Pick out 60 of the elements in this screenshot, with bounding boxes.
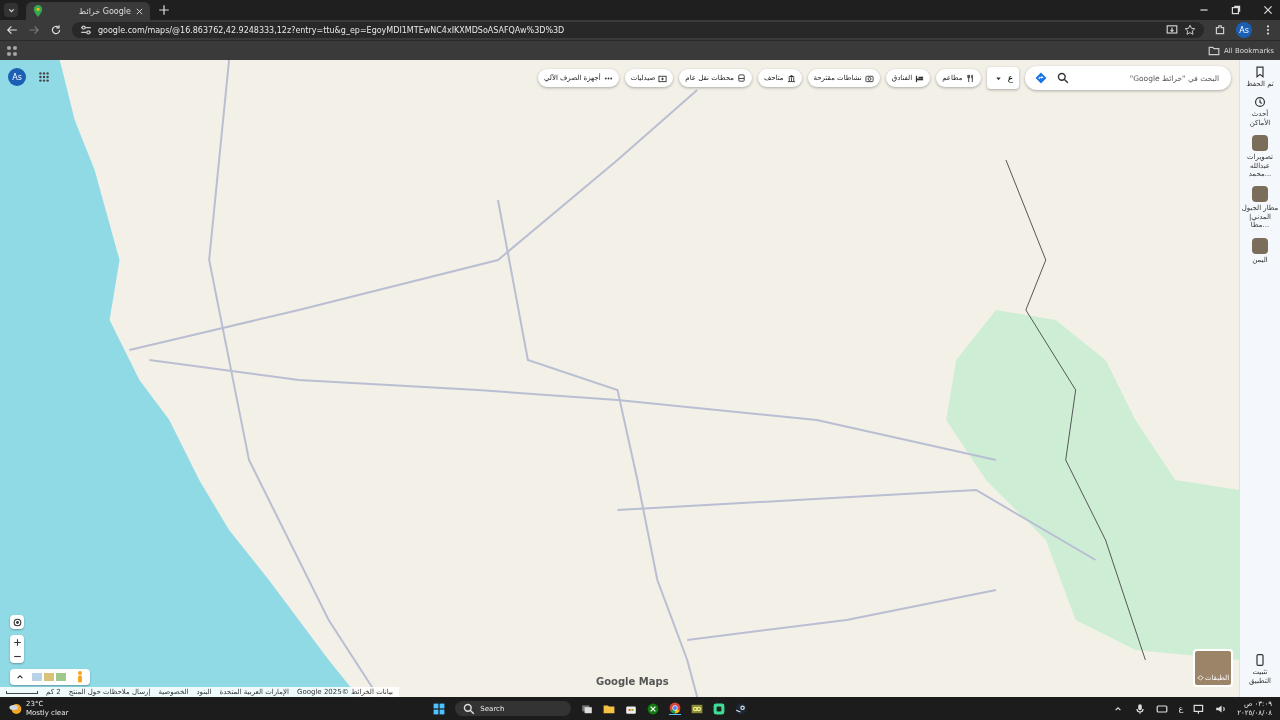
apps-icon[interactable]: [6, 44, 18, 57]
profile-avatar[interactable]: As: [1236, 22, 1252, 38]
microphone-icon[interactable]: [1134, 702, 1147, 715]
place-photo-placeholder: [1252, 186, 1268, 203]
google-maps-logo: Google Maps: [596, 676, 669, 687]
input-language[interactable]: ع: [1178, 704, 1184, 713]
bookmark-icon: [1254, 66, 1266, 78]
tab-title: خرائط Google: [77, 6, 131, 16]
url-text: google.com/maps/@16.863762,42.9248333,12z?entry=ttu&g_ep=EgoyMDI1MTEwNC4xIKXMDSoASAFQAw%3D%3D: [98, 25, 565, 35]
search-icon: [463, 702, 476, 715]
forward-icon[interactable]: [28, 24, 40, 36]
search-icon[interactable]: [1057, 72, 1069, 84]
map-pin-icon: [32, 5, 44, 17]
tab-search-button[interactable]: [4, 3, 18, 17]
language-selector[interactable]: ع: [986, 67, 1019, 89]
site-settings-icon: [80, 24, 92, 36]
plus-icon: [11, 636, 23, 648]
task-view-icon[interactable]: [581, 702, 594, 715]
place-photo-placeholder: [1252, 135, 1268, 152]
network-icon[interactable]: [1193, 702, 1206, 715]
close-icon[interactable]: [1262, 4, 1274, 16]
chat-app-icon[interactable]: [713, 702, 726, 715]
browser-tab[interactable]: خرائط Google: [26, 2, 150, 20]
my-location-button[interactable]: [10, 615, 24, 629]
layers-icon: [1196, 674, 1204, 682]
app-icon[interactable]: [691, 702, 704, 715]
steam-icon[interactable]: [735, 702, 748, 715]
reload-icon[interactable]: [50, 24, 62, 36]
chrome-icon[interactable]: [669, 702, 682, 715]
new-tab-icon[interactable]: [158, 4, 170, 16]
extensions-icon[interactable]: [1214, 24, 1226, 36]
traffic-thumbnail[interactable]: [56, 673, 66, 681]
satellite-thumbnail[interactable]: [32, 673, 42, 681]
folder-icon: [1208, 44, 1220, 57]
start-icon[interactable]: [433, 702, 446, 715]
camera-icon: [864, 73, 874, 83]
install-icon[interactable]: [1166, 24, 1178, 36]
terrain-thumbnail[interactable]: [44, 673, 54, 681]
directions-icon[interactable]: [1035, 72, 1047, 84]
history-icon: [1254, 96, 1266, 109]
building-icon: [786, 73, 796, 83]
xbox-icon[interactable]: [647, 702, 660, 715]
moon-cloud-icon: [8, 701, 22, 716]
location-target-icon: [11, 616, 23, 628]
address-bar[interactable]: google.com/maps/@16.863762,42.9248333,12z?entry=ttu&g_ep=EgoyMDI1MTEwNC4xIKXMDSoASAFQAw%3D%3D: [72, 22, 1204, 38]
scale-bar: [6, 690, 38, 694]
phone-icon: [1254, 654, 1266, 667]
place-photo-placeholder: [1252, 237, 1268, 254]
volume-icon[interactable]: [1215, 702, 1228, 715]
star-icon[interactable]: [1184, 24, 1196, 36]
restore-icon[interactable]: [1230, 4, 1242, 16]
bus-icon: [736, 73, 746, 83]
bed-icon: [915, 73, 925, 83]
keyboard-icon[interactable]: [1156, 702, 1169, 715]
back-icon[interactable]: [6, 24, 18, 36]
close-tab-icon[interactable]: [135, 6, 144, 16]
folder-icon[interactable]: [603, 702, 616, 715]
fork-knife-icon: [965, 73, 975, 83]
medical-bag-icon: [658, 73, 668, 83]
apps-grid-icon[interactable]: [38, 71, 50, 83]
